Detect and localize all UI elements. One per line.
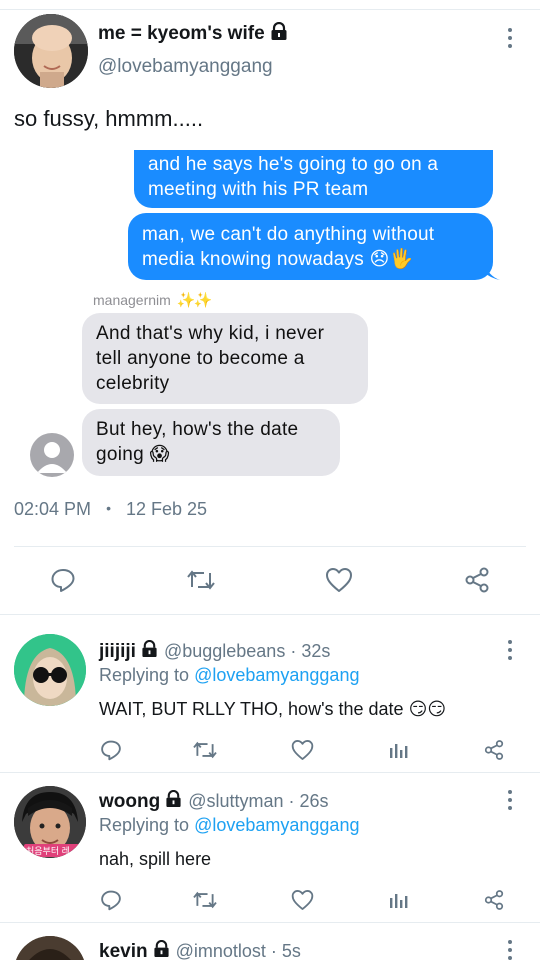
retweet-icon xyxy=(193,891,217,909)
retweet-icon xyxy=(193,741,217,759)
main-handle[interactable]: @lovebamyanggang xyxy=(98,56,273,78)
more-icon[interactable] xyxy=(507,790,513,810)
avatar-image xyxy=(14,14,88,88)
more-icon[interactable] xyxy=(507,640,513,660)
lock-icon xyxy=(270,21,288,46)
replying-to: Replying to @lovebamyanggang xyxy=(99,815,359,836)
reply-age: · 26s xyxy=(288,791,329,811)
divider xyxy=(0,922,540,923)
replying-mention[interactable]: @lovebamyanggang xyxy=(194,665,359,685)
like-icon xyxy=(326,568,352,592)
received-message-2-line1: But hey, how's the date xyxy=(96,419,299,440)
analytics-button[interactable] xyxy=(386,888,410,912)
reply-handle[interactable]: @sluttyman xyxy=(188,791,283,812)
main-display-name[interactable]: me = kyeom's wife xyxy=(98,23,265,45)
sent-message-2-line2: media knowing nowadays xyxy=(142,249,364,270)
received-message-2-line2: going xyxy=(96,444,144,465)
retweet-button[interactable] xyxy=(192,738,218,762)
main-avatar[interactable] xyxy=(14,14,88,88)
replying-to: Replying to @lovebamyanggang xyxy=(99,665,359,686)
received-message-2: But hey, how's the date going 😱 xyxy=(82,409,340,476)
like-icon xyxy=(291,740,313,760)
tweet-text: so fussy, hmmm..... xyxy=(14,106,204,131)
lock-icon xyxy=(141,640,158,663)
reply-avatar[interactable] xyxy=(14,634,86,706)
reply-age: · 5s xyxy=(270,941,301,960)
lock-icon xyxy=(165,790,182,813)
like-button[interactable] xyxy=(290,888,314,912)
lock-icon xyxy=(153,940,170,960)
bubble-tail xyxy=(484,262,500,280)
reply-icon xyxy=(101,890,121,911)
share-icon xyxy=(465,567,489,593)
reply-button[interactable] xyxy=(99,738,123,762)
replying-mention[interactable]: @lovebamyanggang xyxy=(194,815,359,835)
reply-display-name[interactable]: woong xyxy=(99,791,160,813)
meta-separator: • xyxy=(106,500,111,516)
reply-name-row: jiijiji @bugglebeans · 32s xyxy=(99,640,330,663)
reply-display-name[interactable]: kevin xyxy=(99,941,148,960)
sender-label: managernim ✨✨ xyxy=(93,291,212,309)
received-message-1-line3: celebrity xyxy=(96,373,170,394)
reply-text: WAIT, BUT RLLY THO, how's the date 😏😏 xyxy=(99,699,446,720)
reply-emoji: 😏😏 xyxy=(408,699,447,720)
share-button[interactable] xyxy=(482,888,506,912)
divider xyxy=(14,546,526,547)
sent-message-2: man, we can't do anything without media … xyxy=(128,213,493,280)
sent-message-1-line1: and he says he's going to go on a xyxy=(148,154,439,175)
contact-avatar-icon xyxy=(30,433,74,477)
more-icon[interactable] xyxy=(507,940,513,960)
replying-prefix: Replying to xyxy=(99,665,190,685)
avatar-image xyxy=(14,936,86,960)
analytics-button[interactable] xyxy=(386,738,410,762)
sent-message-1: and he says he's going to go on a meetin… xyxy=(134,150,493,208)
reply-name-row: kevin @imnotlost · 5s xyxy=(99,940,301,960)
reply-icon xyxy=(101,740,121,761)
tweet-date: 12 Feb 25 xyxy=(125,499,208,519)
share-icon xyxy=(484,890,504,910)
like-button[interactable] xyxy=(290,738,314,762)
share-button[interactable] xyxy=(462,566,492,594)
retweet-icon xyxy=(187,570,215,590)
sent-message-2-emoji: 😞🖐 xyxy=(369,248,414,270)
main-name-row: me = kyeom's wife xyxy=(98,21,288,46)
reply-icon xyxy=(51,569,75,592)
received-message-1-line1: And that's why kid, i never xyxy=(96,323,325,344)
avatar-caption: 처음부터 레… xyxy=(24,844,81,857)
received-message-1: And that's why kid, i never tell anyone … xyxy=(82,313,368,404)
share-icon xyxy=(484,740,504,760)
tweet-time: 02:04 PM xyxy=(14,499,92,519)
analytics-icon xyxy=(390,744,408,758)
received-message-1-line2: tell anyone to become a xyxy=(96,348,305,369)
sent-message-2-line1: man, we can't do anything without xyxy=(142,224,435,245)
sparkle-icon: ✨✨ xyxy=(176,292,212,309)
reply-avatar[interactable]: 처음부터 레… xyxy=(14,786,86,858)
sent-message-1-line2: meeting with his PR team xyxy=(148,179,369,200)
tweet-timestamp: 02:04 PM • 12 Feb 25 xyxy=(14,499,207,520)
sender-name: managernim xyxy=(93,292,171,308)
more-icon[interactable] xyxy=(507,28,513,48)
reply-button[interactable] xyxy=(49,566,77,594)
reply-text-content: WAIT, BUT RLLY THO, how's the date xyxy=(99,699,404,719)
reply-text: nah, spill here xyxy=(99,849,212,869)
reply-handle[interactable]: @bugglebeans xyxy=(164,641,285,662)
reply-age: · 32s xyxy=(290,641,331,661)
replying-prefix: Replying to xyxy=(99,815,190,835)
reply-handle[interactable]: @imnotlost xyxy=(176,941,266,960)
divider xyxy=(0,772,540,773)
received-message-2-emoji: 😱 xyxy=(149,443,170,465)
like-button[interactable] xyxy=(324,566,354,594)
share-button[interactable] xyxy=(482,738,506,762)
divider xyxy=(0,614,540,615)
top-divider xyxy=(0,0,540,10)
reply-button[interactable] xyxy=(99,888,123,912)
reply-avatar[interactable] xyxy=(14,936,86,960)
reply-name-row: woong @sluttyman · 26s xyxy=(99,790,329,813)
retweet-button[interactable] xyxy=(186,566,216,594)
reply-display-name[interactable]: jiijiji xyxy=(99,641,136,663)
like-icon xyxy=(291,890,313,910)
retweet-button[interactable] xyxy=(192,888,218,912)
avatar-image xyxy=(14,634,86,706)
analytics-icon xyxy=(390,894,408,908)
